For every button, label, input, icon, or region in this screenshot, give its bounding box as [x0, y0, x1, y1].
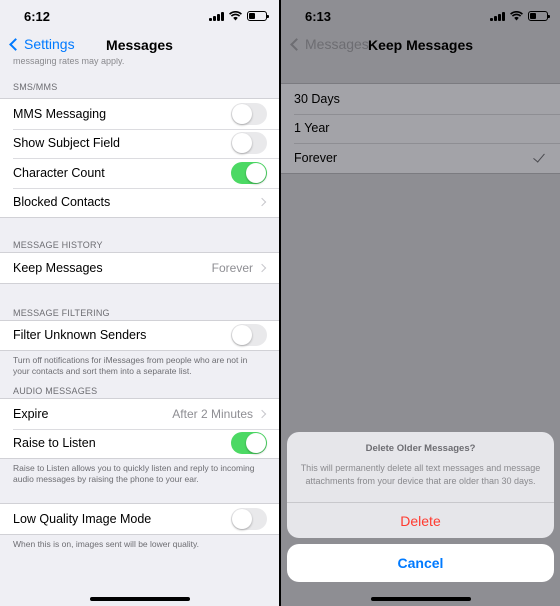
signal-icon	[209, 11, 224, 21]
option-label: 30 Days	[294, 91, 340, 106]
messages-settings-screen: 6:12 Settings Messages messaging rates m…	[0, 0, 279, 606]
mms-toggle[interactable]	[231, 102, 267, 125]
row-value: After 2 Minutes	[172, 406, 253, 421]
section-footer-peek: messaging rates may apply.	[13, 58, 125, 66]
row-label: Expire	[13, 406, 49, 421]
settings-group-history: Keep Messages Forever	[0, 252, 279, 284]
row-value: Forever	[211, 260, 253, 275]
keep-options-list: 30 Days 1 Year Forever	[281, 83, 560, 174]
section-header-audio: AUDIO MESSAGES	[13, 386, 98, 396]
row-character-count[interactable]: Character Count	[0, 158, 279, 188]
raise-to-listen-toggle[interactable]	[231, 432, 267, 455]
option-1-year[interactable]: 1 Year	[281, 113, 560, 144]
section-footer-image: When this is on, images sent will be low…	[13, 538, 199, 549]
section-header-filtering: MESSAGE FILTERING	[13, 307, 110, 318]
battery-icon	[528, 11, 550, 21]
nav-bar: Messages Keep Messages	[281, 32, 560, 58]
settings-group-filtering: Filter Unknown Senders	[0, 319, 279, 351]
chevron-right-icon	[257, 263, 267, 272]
page-title: Keep Messages	[367, 37, 474, 53]
chevron-right-icon	[257, 198, 267, 207]
filter-unknown-toggle[interactable]	[231, 324, 267, 347]
row-label: MMS Messaging	[13, 106, 107, 121]
delete-button[interactable]: Delete	[287, 502, 554, 538]
status-icons	[490, 11, 550, 21]
option-forever[interactable]: Forever	[281, 143, 560, 173]
row-keep-messages[interactable]: Keep Messages Forever	[0, 253, 279, 283]
delete-alert: Delete Older Messages? This will permane…	[287, 432, 554, 538]
section-header-history: MESSAGE HISTORY	[13, 240, 103, 250]
section-footer-filtering: Turn off notifications for iMessages fro…	[13, 355, 248, 376]
row-label: Low Quality Image Mode	[13, 511, 152, 526]
row-label: Filter Unknown Senders	[13, 328, 147, 343]
row-raise-to-listen[interactable]: Raise to Listen	[0, 428, 279, 459]
battery-icon	[247, 11, 269, 21]
signal-icon	[490, 11, 505, 21]
keep-messages-screen: 6:13 Messages Keep Messages 30 Days 1 Ye…	[281, 0, 560, 606]
nav-bar: Settings Messages	[0, 32, 279, 58]
character-count-toggle[interactable]	[231, 161, 267, 184]
cancel-button[interactable]: Cancel	[287, 544, 554, 582]
row-expire[interactable]: Expire After 2 Minutes	[0, 399, 279, 429]
row-blocked-contacts[interactable]: Blocked Contacts	[0, 187, 279, 218]
option-30-days[interactable]: 30 Days	[281, 84, 560, 114]
row-label: Keep Messages	[13, 260, 103, 275]
wifi-icon	[510, 11, 523, 21]
status-bar: 6:13	[281, 0, 560, 32]
option-label: Forever	[294, 150, 338, 165]
home-indicator[interactable]	[89, 597, 190, 601]
subject-toggle[interactable]	[231, 132, 267, 155]
status-time: 6:13	[305, 9, 332, 24]
page-title: Messages	[106, 37, 173, 53]
status-time: 6:12	[24, 9, 51, 24]
chevron-right-icon	[257, 409, 267, 418]
row-low-quality-image[interactable]: Low Quality Image Mode	[0, 504, 279, 534]
row-label: Show Subject Field	[13, 136, 121, 151]
row-filter-unknown[interactable]: Filter Unknown Senders	[0, 321, 279, 351]
row-label: Character Count	[13, 165, 105, 180]
option-label: 1 Year	[294, 121, 330, 136]
wifi-icon	[229, 11, 242, 21]
home-indicator[interactable]	[370, 597, 471, 601]
status-bar: 6:12	[0, 0, 279, 32]
row-mms-messaging[interactable]: MMS Messaging	[0, 99, 279, 129]
settings-list[interactable]: messaging rates may apply. SMS/MMS MMS M…	[0, 58, 279, 606]
section-footer-audio: Raise to Listen allows you to quickly li…	[13, 463, 255, 484]
row-show-subject[interactable]: Show Subject Field	[0, 128, 279, 159]
settings-group-image: Low Quality Image Mode	[0, 503, 279, 535]
settings-group-sms: MMS Messaging Show Subject Field Charact…	[0, 98, 279, 218]
low-quality-toggle[interactable]	[231, 507, 267, 530]
screenshot: 6:12 Settings Messages messaging rates m…	[0, 0, 560, 606]
row-label: Raise to Listen	[13, 436, 96, 451]
status-icons	[209, 11, 269, 21]
section-header-sms: SMS/MMS	[13, 82, 58, 92]
settings-group-audio: Expire After 2 Minutes Raise to Listen	[0, 398, 279, 459]
alert-title: Delete Older Messages?	[365, 443, 476, 454]
alert-message: This will permanently delete all text me…	[300, 463, 541, 486]
row-label: Blocked Contacts	[13, 195, 111, 210]
checkmark-icon	[533, 150, 545, 163]
